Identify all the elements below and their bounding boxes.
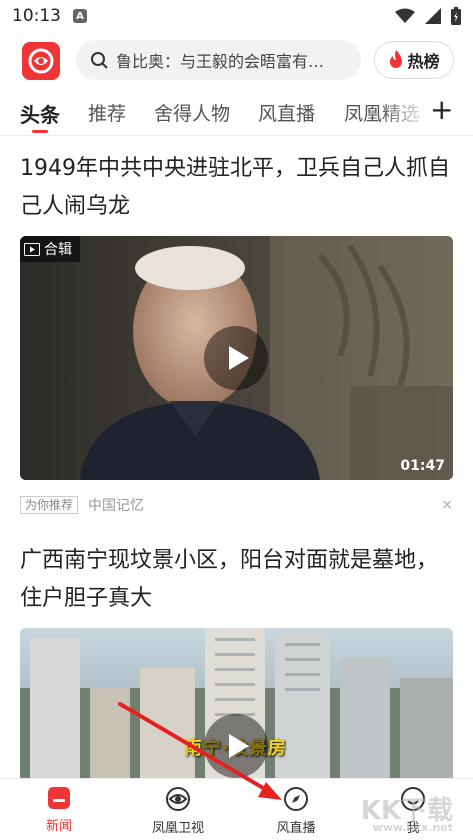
hot-list-label: 热榜 [407,52,440,71]
active-tab-indicator [32,130,48,133]
search-icon [91,52,108,69]
hot-list-button[interactable]: 热榜 [374,41,454,79]
video-thumbnail[interactable]: 南宁·坟景房 [20,628,453,778]
dismiss-icon[interactable]: × [441,497,453,513]
tabs-fade [380,94,430,134]
tab-live[interactable]: 风直播 [258,99,315,126]
play-button[interactable] [204,714,268,778]
status-time: 10:13 [12,6,61,26]
add-channel-icon[interactable]: + [430,96,453,124]
channel-tabs: 头条 推荐 舍得人物 风直播 凤凰精选 + [0,94,473,136]
news-icon [48,787,70,809]
phoenix-logo-icon [28,48,54,74]
nav-phoenix-tv[interactable]: 凤凰卫视 [133,785,223,836]
video-duration: 01:47 [400,458,445,474]
battery-icon [451,7,461,25]
watermark: KK下载 www.kkx.net [361,790,453,834]
nav-live[interactable]: 风直播 [251,785,341,836]
video-thumbnail[interactable]: 合辑 01:47 [20,236,453,480]
signal-icon [425,8,441,24]
play-icon [229,346,249,370]
status-bar: 10:13 A [0,0,473,32]
play-icon [229,734,249,758]
collection-badge: 合辑 [20,236,80,262]
collection-badge-label: 合辑 [44,242,72,258]
status-icons [395,7,461,25]
article-title[interactable]: 广西南宁现坟景小区，阳台对面就是墓地，住户胆子真大 [20,542,455,618]
article-title[interactable]: 1949年中共中央进驻北平，卫兵自己人抓自己人闹乌龙 [20,150,455,226]
phoenix-tv-icon [166,787,190,811]
flame-icon [390,50,403,68]
play-button[interactable] [204,326,268,390]
tab-recommend[interactable]: 推荐 [88,99,126,126]
notification-a-icon: A [73,9,87,23]
recommend-tag: 为你推荐 [20,496,79,514]
tab-people[interactable]: 舍得人物 [154,99,230,126]
nav-news-label: 新闻 [45,819,72,834]
top-header: 鲁比奥：与王毅的会晤富有… 热榜 [0,38,473,84]
nav-news[interactable]: 新闻 [14,785,104,834]
app-logo[interactable] [22,42,60,80]
search-placeholder: 鲁比奥：与王毅的会晤富有… [116,52,325,71]
article-meta: 为你推荐 中国记忆 × [20,494,453,516]
video-collection-icon [24,242,40,256]
wifi-icon [395,8,415,23]
compass-icon [284,787,308,811]
nav-phoenix-tv-label: 凤凰卫视 [151,821,204,836]
tab-headlines[interactable]: 头条 [20,99,60,128]
watermark-url: www.kkx.net [372,821,453,834]
search-bar[interactable]: 鲁比奥：与王毅的会晤富有… [76,40,361,80]
article-source[interactable]: 中国记忆 [88,495,144,515]
nav-live-label: 风直播 [276,821,316,836]
